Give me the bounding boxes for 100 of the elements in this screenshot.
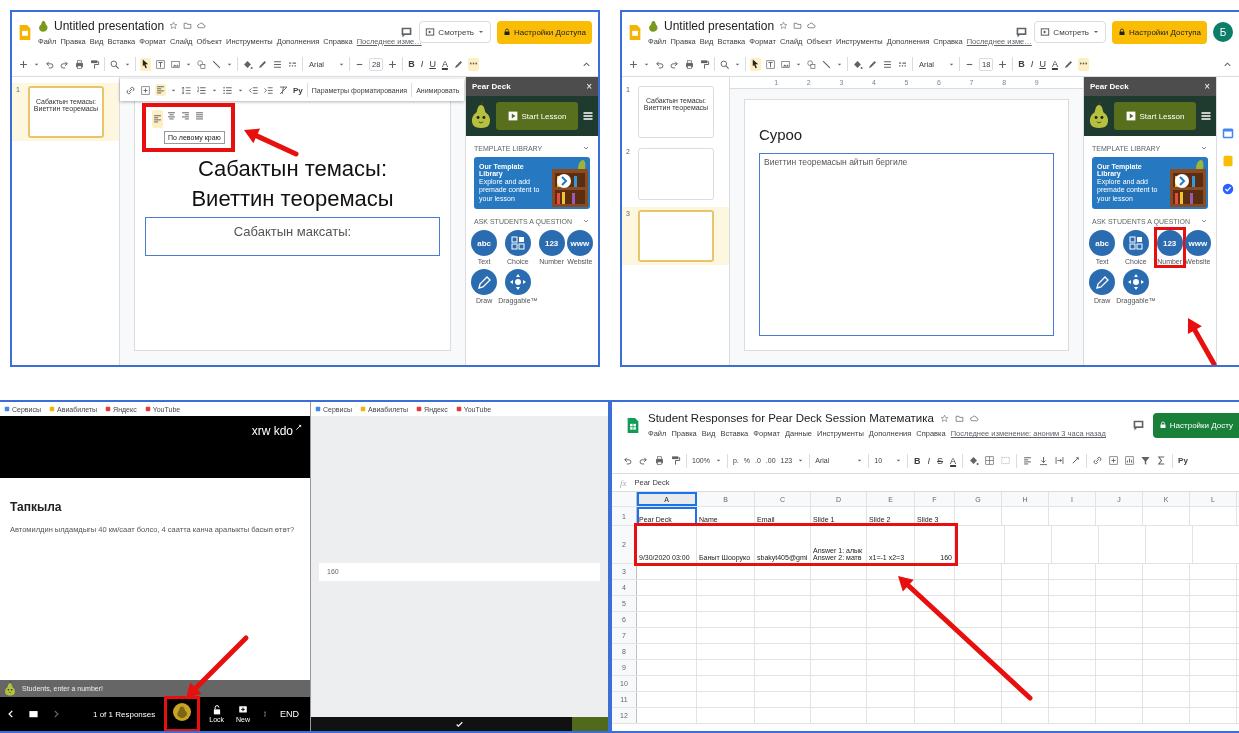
merge-cells-icon[interactable] [1000,455,1012,466]
align-center-icon[interactable] [166,110,177,121]
chevron-right-icon[interactable] [51,708,61,720]
text-wrap-icon[interactable] [1054,455,1066,466]
bookmark-icon[interactable] [105,406,112,412]
present-icon[interactable] [1040,27,1051,37]
comment-icon[interactable] [400,25,414,39]
plus-icon[interactable] [997,58,1009,70]
slide-icon[interactable] [28,708,39,720]
document-title[interactable]: Untitled presentation [664,18,775,33]
document-title[interactable]: Untitled presentation [54,18,165,33]
line-icon[interactable] [211,58,222,70]
lock-icon[interactable] [503,28,512,36]
align-justify-icon[interactable] [194,110,205,121]
text-box-icon[interactable] [155,58,166,70]
chart-icon[interactable] [1124,455,1136,466]
star-icon[interactable] [169,21,179,30]
undo-icon[interactable] [654,58,665,70]
pencil-icon[interactable] [1089,269,1116,295]
format-button[interactable]: U [1038,59,1047,69]
pear-icon[interactable] [38,19,49,32]
line-weight-icon[interactable] [882,58,893,70]
caret-icon[interactable] [1092,28,1101,36]
present-button[interactable]: Смотреть [419,21,492,43]
question-type-button[interactable]: www [1184,230,1211,256]
plus-icon[interactable] [387,58,399,70]
lock-icon[interactable] [211,705,222,715]
check-circle-icon[interactable] [1222,183,1234,195]
add-slide-icon[interactable] [238,705,249,715]
check-icon[interactable] [455,719,464,729]
start-lesson-button[interactable]: Start Lesson [1114,102,1196,130]
folder-icon[interactable] [793,21,803,30]
vertical-align-icon[interactable] [1038,455,1050,466]
close-button[interactable]: × [586,81,592,92]
share-button[interactable]: Настройки Досту [1152,412,1239,438]
paint-roller-icon[interactable] [699,58,710,70]
line-weight-icon[interactable] [272,58,283,70]
question-type-button[interactable]: 123 [538,230,565,256]
pear-deck-button-icon[interactable] [173,703,192,721]
numbered-list-icon[interactable] [196,84,207,96]
present-button[interactable]: Смотреть [1034,21,1107,43]
bookmark-icon[interactable] [4,406,10,412]
redo-icon[interactable] [669,58,680,70]
cloud-icon[interactable] [807,21,817,30]
plus-icon[interactable] [628,58,639,70]
cloud-icon[interactable] [197,21,207,30]
question-type-button[interactable]: 123 [1156,230,1183,256]
question-type-button[interactable]: www [566,230,593,256]
pear-icon[interactable] [648,19,659,32]
align-right-icon[interactable] [180,110,191,121]
printer-icon[interactable] [74,58,85,70]
move-icon[interactable] [1122,269,1149,295]
indent-icon[interactable] [263,84,274,96]
format-button[interactable]: A [949,455,958,466]
format-button[interactable]: B [913,455,922,466]
move-icon[interactable] [504,269,531,295]
close-button[interactable]: × [1204,81,1210,92]
pencil-icon[interactable] [471,269,498,295]
paint-bucket-icon[interactable] [852,58,863,70]
document-title[interactable]: Student Responses for Pear Deck Session Математика [648,412,934,424]
pen-icon[interactable] [867,58,878,70]
format-button[interactable]: B [407,59,416,69]
paint-roller-icon[interactable] [89,58,100,70]
zoom-icon[interactable] [109,58,120,70]
comment-icon[interactable] [1131,418,1145,432]
cloud-icon[interactable] [970,413,979,423]
expand-icon[interactable] [295,424,302,431]
align-left-icon[interactable] [152,113,163,124]
menu-icon[interactable] [582,110,594,122]
present-icon[interactable] [425,27,436,37]
share-button[interactable]: Настройки Доступа [1112,20,1207,44]
bulleted-list-icon[interactable] [222,84,233,96]
pen-icon[interactable] [1062,58,1074,70]
sheets-logo-icon[interactable] [626,415,640,435]
add-comment-icon[interactable] [1108,455,1120,466]
redo-icon[interactable] [59,58,70,70]
body-text-box[interactable]: Виеттин теоремасын айтып бергиле [759,153,1054,336]
shapes-icon[interactable] [196,58,207,70]
start-lesson-button[interactable]: Start Lesson [496,102,578,130]
plus-icon[interactable] [18,58,29,70]
bookmark-icon[interactable] [416,406,423,412]
align-left-icon[interactable] [1022,455,1034,466]
zoom-icon[interactable] [719,58,730,70]
line-icon[interactable] [821,58,832,70]
printer-icon[interactable] [654,455,665,466]
shapes-icon[interactable] [806,58,817,70]
question-type-button[interactable]: abc [471,230,498,256]
choice-grid-icon[interactable] [504,230,531,256]
chevron-down-icon[interactable] [1200,217,1208,225]
folder-icon[interactable] [183,21,193,30]
filter-icon[interactable] [1140,455,1152,466]
format-button[interactable]: I [926,455,932,466]
format-button[interactable]: B [1017,59,1026,69]
paint-roller-icon[interactable] [670,455,681,466]
star-icon[interactable] [779,21,789,30]
end-button[interactable]: END [280,709,300,719]
undo-icon[interactable] [44,58,55,70]
chevron-left-icon[interactable] [6,708,16,720]
lock-icon[interactable] [1118,28,1127,36]
subtitle-text-box[interactable]: Сабактын максаты: [145,217,440,257]
